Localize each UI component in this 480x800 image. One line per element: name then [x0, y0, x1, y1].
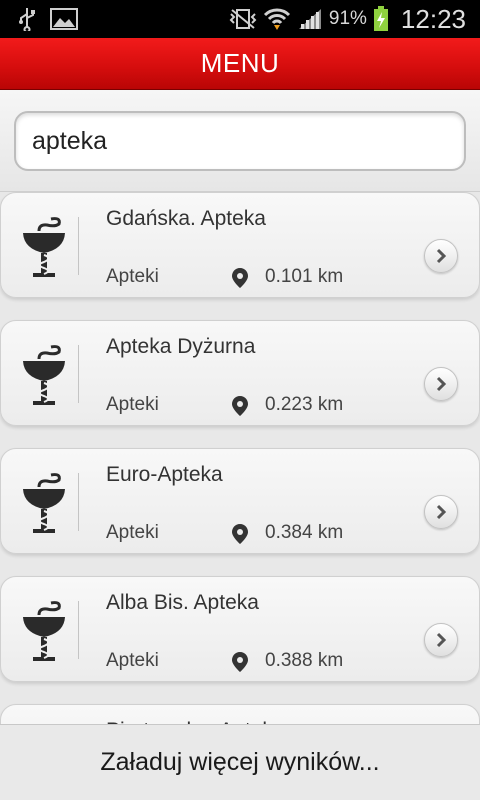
- usb-icon: [18, 7, 36, 31]
- chevron-right-icon[interactable]: [424, 495, 458, 529]
- result-category: Apteki: [106, 522, 159, 543]
- app-header: MENU: [0, 38, 480, 90]
- result-title: Apteka Dyżurna: [106, 335, 256, 358]
- image-icon: [50, 8, 78, 30]
- result-card[interactable]: Euro-Apteka Apteki 0.384 km: [0, 448, 480, 554]
- result-distance: 0.388 km: [265, 650, 344, 671]
- card-divider: [78, 217, 79, 275]
- results-list: Gdańska. Apteka Apteki 0.101 km Apteka Dyżu…: [0, 192, 480, 724]
- location-pin-icon: [231, 267, 249, 289]
- card-divider: [78, 601, 79, 659]
- wifi-icon: [263, 7, 291, 31]
- card-divider: [78, 345, 79, 403]
- clock: 12:23: [400, 3, 466, 34]
- result-card[interactable]: Apteka Dyżurna Apteki 0.223 km: [0, 320, 480, 426]
- signal-icon: [297, 7, 323, 31]
- status-bar: 91% 12:23: [0, 0, 480, 38]
- search-input[interactable]: [14, 111, 466, 171]
- chevron-right-icon[interactable]: [424, 239, 458, 273]
- result-card[interactable]: Gdańska. Apteka Apteki 0.101 km: [0, 192, 480, 298]
- result-category: Apteki: [106, 650, 159, 671]
- card-divider: [78, 473, 79, 531]
- location-pin-icon: [231, 395, 249, 417]
- result-title: Euro-Apteka: [106, 463, 223, 486]
- vibrate-icon: [229, 8, 257, 30]
- location-pin-icon: [231, 651, 249, 673]
- result-title: Gdańska. Apteka: [106, 207, 266, 230]
- menu-title[interactable]: MENU: [201, 48, 280, 79]
- pharmacy-icon: [17, 215, 71, 279]
- chevron-right-icon[interactable]: [424, 623, 458, 657]
- result-category: Apteki: [106, 266, 159, 287]
- search-area: [0, 90, 480, 192]
- result-category: Apteki: [106, 394, 159, 415]
- pharmacy-icon: [17, 471, 71, 535]
- result-title: Alba Bis. Apteka: [106, 591, 259, 614]
- result-distance: 0.101 km: [265, 266, 344, 287]
- result-distance: 0.223 km: [265, 394, 344, 415]
- result-card[interactable]: Pirotowska. AptekaApteki: [0, 704, 480, 724]
- chevron-right-icon[interactable]: [424, 367, 458, 401]
- load-more-button[interactable]: Załaduj więcej wyników...: [0, 724, 480, 800]
- battery-charging-icon: [373, 6, 389, 32]
- location-pin-icon: [231, 523, 249, 545]
- pharmacy-icon: [17, 343, 71, 407]
- battery-percent: 91%: [328, 8, 367, 29]
- result-distance: 0.384 km: [265, 522, 344, 543]
- pharmacy-icon: [17, 599, 71, 663]
- result-card[interactable]: Alba Bis. Apteka Apteki 0.388 km: [0, 576, 480, 682]
